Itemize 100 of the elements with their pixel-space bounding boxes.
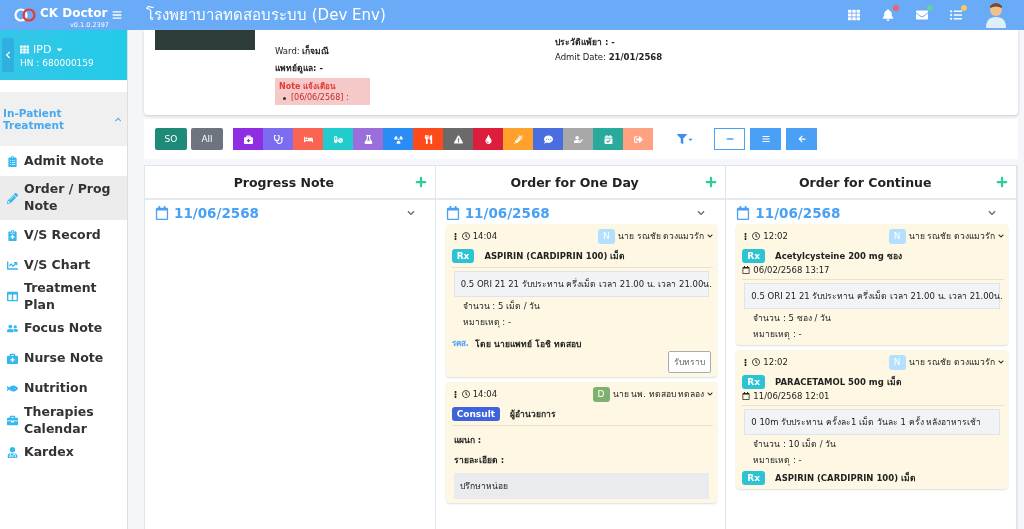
calendar-icon: [742, 392, 751, 401]
chevron-down-icon: [406, 209, 415, 218]
notes-icon: [7, 229, 18, 241]
radiation-icon: [393, 134, 403, 144]
calendar-icon: [742, 266, 751, 275]
bed-icon: [303, 134, 313, 144]
chevron-down-icon[interactable]: [998, 359, 1004, 366]
clipboard-icon: [7, 155, 18, 167]
chevron-down-icon[interactable]: [998, 233, 1004, 240]
grid-icon: [20, 44, 29, 54]
people-icon: [7, 323, 18, 335]
collapse-button[interactable]: [697, 209, 706, 218]
pills-icon: [333, 134, 343, 144]
calendar-check-icon: [603, 134, 613, 144]
field-label: รายละเอียด :: [453, 454, 506, 468]
role-badge: N: [888, 228, 906, 244]
doctor-text: แพทย์ดูแล: -: [275, 62, 324, 75]
add-button[interactable]: [705, 176, 718, 189]
admit-date-text: Admit Date: 21/01/2568: [555, 52, 664, 62]
instruction-box: 0 10m รับประทาน ครั้งละ1 เม็ด วันละ 1 ครั้ง หลังอาหารเช้า: [744, 409, 1000, 436]
category-button[interactable]: [383, 128, 413, 151]
note-item: [06/06/2568] :: [291, 93, 349, 104]
detail-box: ปรึกษาหน่อย: [453, 473, 710, 500]
order-time: 12:02: [763, 357, 789, 368]
order-tag: Rx: [451, 249, 475, 264]
hospital-title: โรงพยาบาลทดสอบระบบ (Dev Env): [146, 5, 387, 26]
syringe-icon: [513, 134, 523, 144]
avatar-icon[interactable]: [984, 2, 1008, 28]
category-button[interactable]: [563, 128, 593, 151]
pencil-icon: [7, 192, 18, 204]
role-badge: D: [592, 386, 610, 402]
medkit-icon: [243, 134, 253, 144]
date-heading: 11/06/2568: [464, 205, 551, 222]
order-title: ผู้อำนวยการ: [510, 408, 557, 422]
user-edit-icon: [573, 134, 583, 144]
quantity-text: จำนวน : 5 ซอง / วัน: [752, 312, 832, 326]
menu-icon: [761, 135, 770, 144]
plus-icon: [996, 176, 1008, 189]
bullet-icon: [283, 96, 286, 100]
quantity-text: จำนวน : 10 เม็ด / วัน: [752, 437, 838, 452]
note-title: Note แจ้งเตือน: [279, 81, 337, 93]
clock-icon: [752, 232, 761, 241]
category-button[interactable]: [293, 128, 323, 151]
category-button[interactable]: [473, 128, 503, 151]
chevron-down-icon[interactable]: [707, 233, 714, 240]
clock-icon: [752, 358, 761, 367]
acknowledge-button[interactable]: รับทราบ: [668, 351, 712, 374]
board-icon: [7, 291, 18, 303]
order-title: ASPIRIN (CARDIPRIN 100) เม็ด: [484, 249, 626, 264]
filter-button[interactable]: All: [191, 128, 223, 151]
chevron-down-icon: [988, 209, 996, 218]
logo-icon: [14, 8, 36, 22]
chevron-down-icon[interactable]: [707, 391, 714, 398]
collapse-button[interactable]: [406, 209, 415, 218]
add-button[interactable]: [414, 176, 427, 189]
order-title: Acetylcysteine 200 mg ซอง: [775, 250, 902, 264]
exit-icon: [633, 134, 643, 144]
category-button[interactable]: [263, 128, 293, 151]
order-title: PARACETAMOL 500 mg เม็ด: [775, 375, 902, 390]
plus-icon: [414, 176, 427, 189]
hn-text: HN : 680000159: [20, 57, 94, 68]
author-name: นาย นพ. ทดสอบ ทดลอง: [612, 388, 705, 402]
order-time: 14:04: [472, 231, 499, 242]
column-title: Order for Continue: [797, 174, 933, 190]
author-name: นาย รณชัย ดวงแมวรัก: [908, 356, 995, 370]
list-icon[interactable]: [950, 9, 962, 21]
sidebar-item[interactable]: Order / Prog Note: [0, 176, 127, 220]
field-label: แผนก :: [453, 434, 483, 448]
view-button[interactable]: [786, 128, 817, 151]
medkit-icon: [7, 353, 18, 365]
quantity-text: จำนวน : 5 เม็ด / วัน: [461, 299, 542, 314]
filter-button[interactable]: SO: [155, 128, 187, 151]
menu-icon[interactable]: [111, 10, 122, 20]
remark-text: หมายเหตุ : -: [461, 316, 512, 330]
date-heading: 11/06/2568: [174, 205, 260, 222]
order-tag: Consult: [451, 407, 501, 422]
category-button[interactable]: [233, 128, 263, 151]
view-button[interactable]: [750, 128, 781, 151]
remark-text: หมายเหตุ : -: [752, 328, 803, 342]
category-button[interactable]: [533, 128, 563, 151]
category-button[interactable]: [353, 128, 383, 151]
bell-icon[interactable]: [882, 9, 894, 21]
view-button[interactable]: [714, 128, 745, 151]
chevron-left-icon: [4, 51, 12, 59]
add-button[interactable]: [996, 176, 1008, 189]
signer-name: โดย นายแพทย์ โอชิ ทดสอบ: [474, 338, 581, 352]
role-badge: N: [888, 354, 906, 370]
collapse-button[interactable]: [988, 209, 996, 218]
order-tag: Rx: [742, 249, 766, 264]
doctor-icon: [7, 447, 18, 458]
calendar-icon: [445, 206, 460, 221]
mail-icon[interactable]: [916, 9, 928, 21]
category-button[interactable]: [443, 128, 473, 151]
column-title: Progress Note: [232, 174, 335, 190]
briefcase-icon: [7, 415, 18, 427]
category-button[interactable]: [593, 128, 623, 151]
apps-grid-icon[interactable]: [848, 9, 860, 21]
back-button[interactable]: [2, 38, 14, 72]
utensils-icon: [423, 134, 433, 144]
category-button[interactable]: [413, 128, 443, 151]
